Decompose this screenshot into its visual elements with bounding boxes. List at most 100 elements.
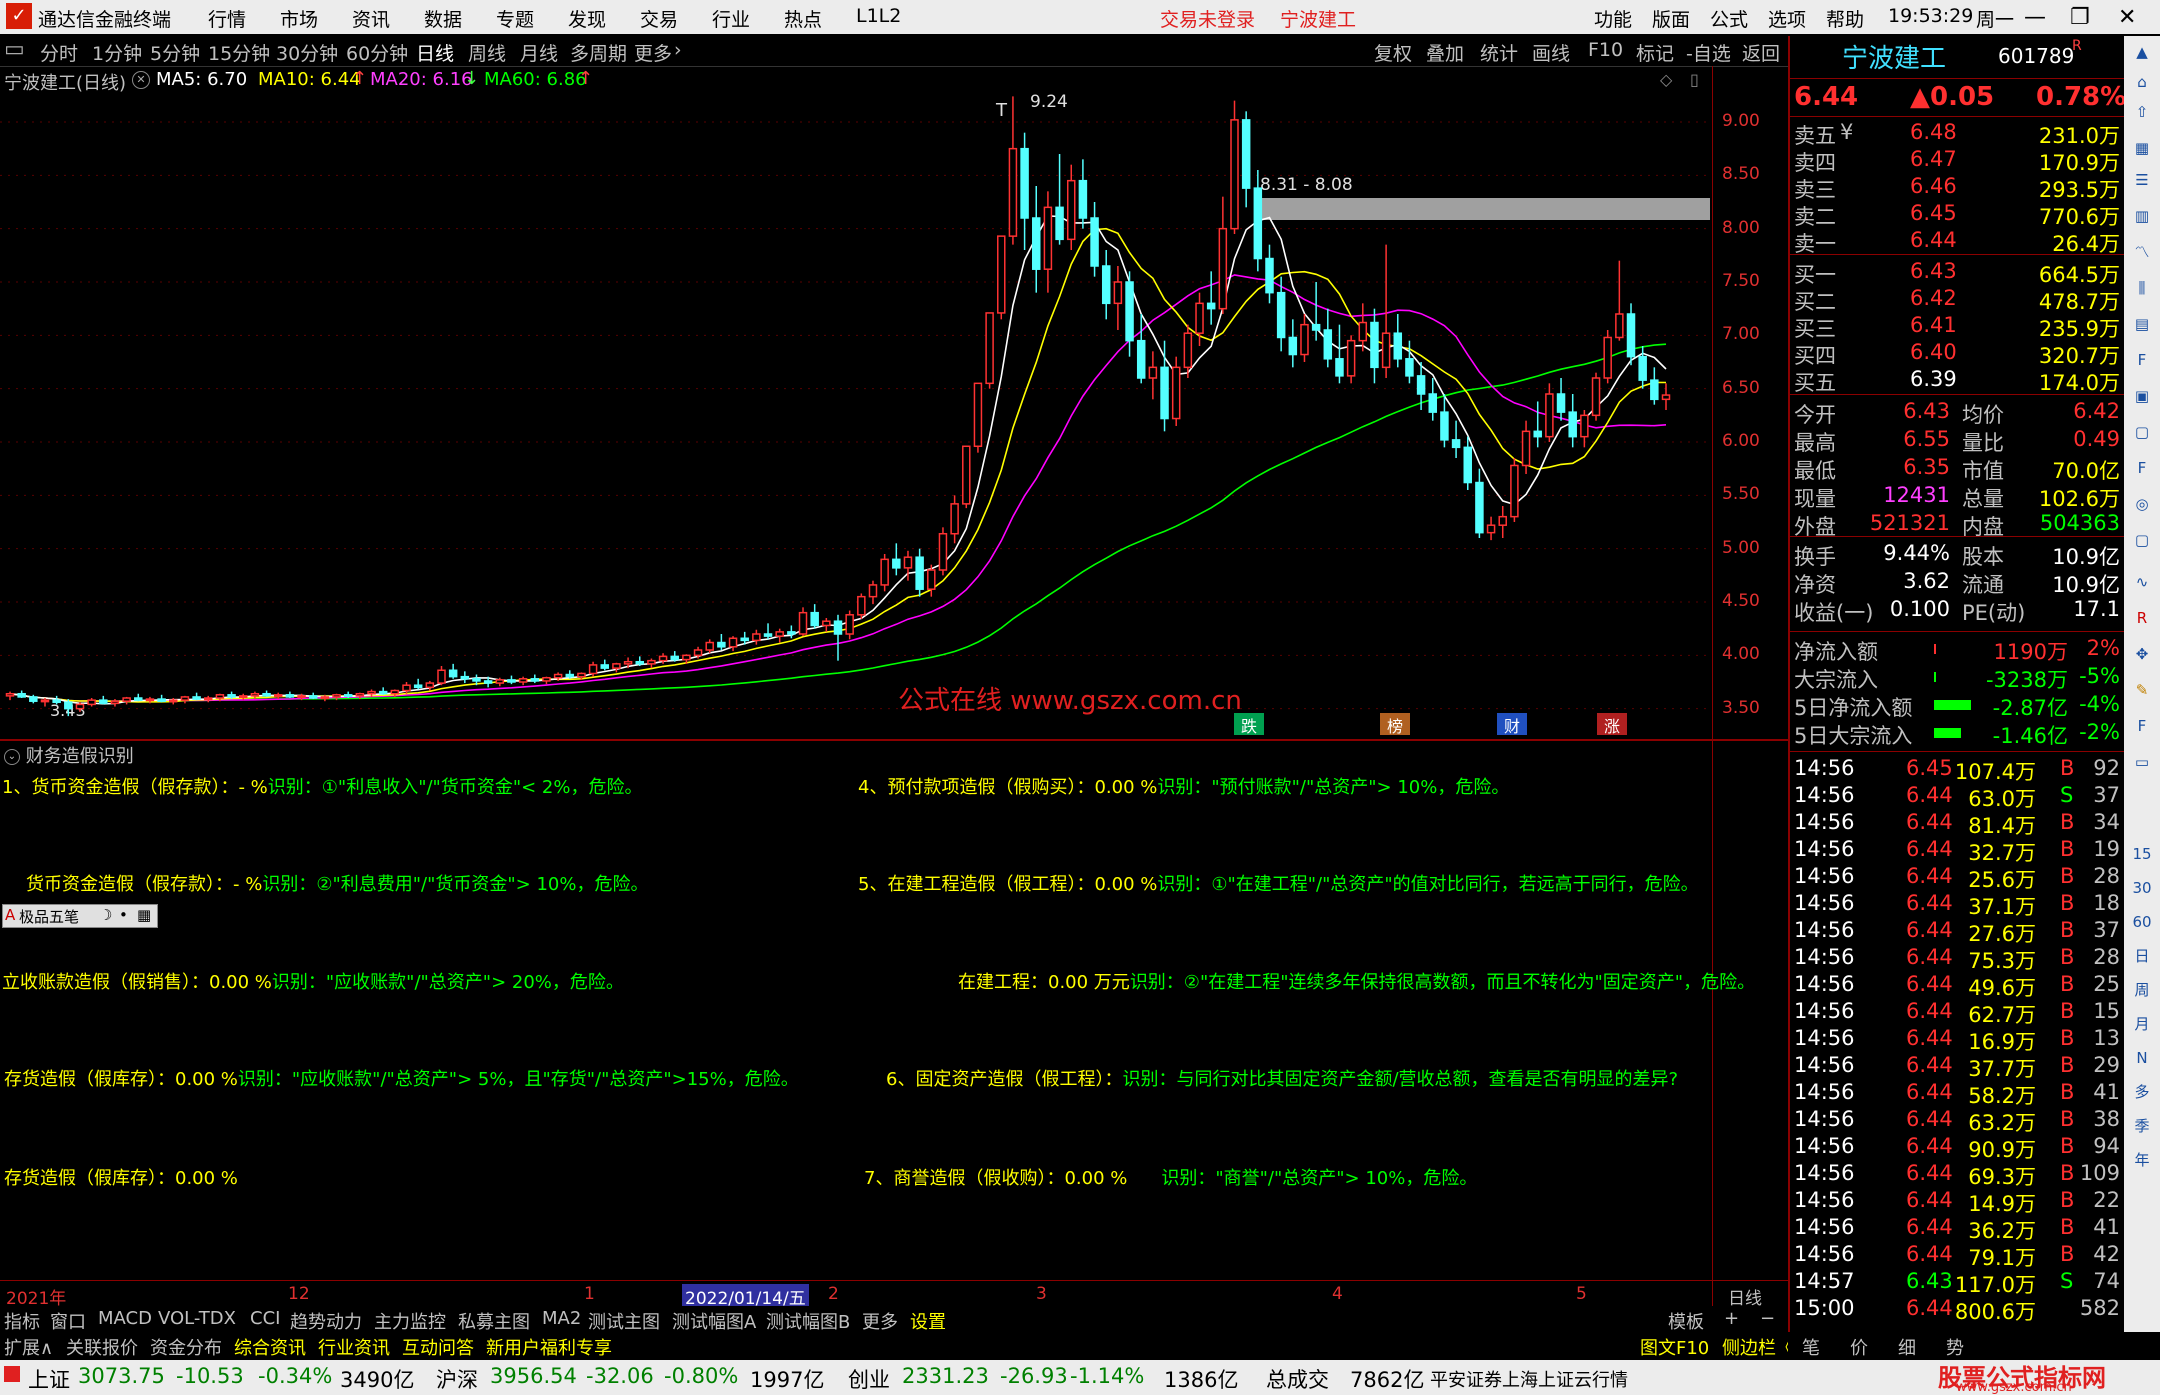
candle-body[interactable] (1113, 281, 1123, 305)
trade-login-status[interactable]: 交易未登录 (1160, 5, 1255, 32)
tick-row[interactable]: 14:57 6.43 117.0万 S 74 (1794, 1269, 2122, 1297)
fund-row[interactable]: 净资 3.62 流通 10.9亿 (1794, 569, 2122, 597)
period-button[interactable]: 60 (2130, 910, 2154, 934)
tick-row[interactable]: 14:56 6.44 63.2万 B 38 (1794, 1107, 2122, 1135)
tab-multi-period[interactable]: 多周期 (570, 39, 627, 66)
tool-overlay[interactable]: 叠加 (1426, 39, 1464, 66)
tab-vol-tdx[interactable]: VOL-TDX (158, 1308, 236, 1329)
candle-body[interactable] (1241, 119, 1251, 189)
candle-body[interactable] (192, 696, 201, 700)
candle-body[interactable] (273, 694, 283, 698)
tab-related-quotes[interactable]: 关联报价 (66, 1334, 138, 1360)
menu-item-market[interactable]: 市场 (280, 5, 318, 32)
candle-body[interactable] (355, 692, 365, 697)
candle-body[interactable] (1545, 393, 1554, 438)
tool-f10[interactable]: F10 (1588, 39, 1623, 61)
box-icon[interactable]: ▢ (2130, 528, 2154, 552)
event-mark-finance[interactable]: 财 (1497, 713, 1527, 736)
candle-body[interactable] (1055, 206, 1064, 241)
candle-body[interactable] (763, 633, 773, 637)
indicator-collapse-icon[interactable]: ⌄ (4, 749, 20, 765)
tick-row[interactable]: 14:56 6.44 37.1万 B 18 (1794, 891, 2122, 919)
index-name-hs[interactable]: 沪深 (436, 1364, 478, 1394)
menu-item-options[interactable]: 选项 (1768, 5, 1806, 32)
f5-icon[interactable]: F (2130, 714, 2154, 738)
flow-row[interactable]: 5日大宗流入 -1.46亿 -2% (1794, 720, 2122, 748)
tab-test-sub-a[interactable]: 测试幅图A (672, 1308, 756, 1334)
menu-item-function[interactable]: 功能 (1594, 5, 1632, 32)
tick-row[interactable]: 14:56 6.44 63.0万 S 37 (1794, 783, 2122, 811)
period-button[interactable]: 多 (2130, 1080, 2154, 1104)
collapse-up-icon[interactable]: ▲ (2130, 40, 2154, 64)
candle-body[interactable] (1253, 187, 1263, 260)
candle-body[interactable] (1521, 430, 1531, 467)
candle-body[interactable] (1486, 524, 1496, 534)
candle-body[interactable] (833, 620, 843, 635)
menu-item-l1l2[interactable]: L1L2 (856, 5, 901, 27)
tab-comprehensive-news[interactable]: 综合资讯 (234, 1334, 306, 1360)
stat-row[interactable]: 外盘 521321 内盘 504363 (1794, 511, 2122, 539)
chevron-right-icon[interactable]: › (674, 39, 682, 61)
candle-body[interactable] (343, 694, 353, 698)
minimize-icon[interactable]: — (2024, 5, 2046, 30)
index-name-cy[interactable]: 创业 (848, 1364, 890, 1394)
candle-body[interactable] (1405, 358, 1414, 377)
candle-body[interactable] (285, 694, 295, 698)
candle-body[interactable] (64, 701, 73, 710)
pen-icon[interactable]: ✎ (2130, 678, 2154, 702)
candle-body[interactable] (1195, 302, 1204, 334)
candle-body[interactable] (1032, 217, 1041, 270)
template-button[interactable]: 模板 (1668, 1308, 1704, 1334)
flow-row[interactable]: 大宗流入 -3238万 -5% (1794, 664, 2122, 692)
tab-ticks[interactable]: 笔 (1802, 1334, 1820, 1360)
menu-item-industry[interactable]: 行业 (712, 5, 750, 32)
candle-body[interactable] (868, 584, 878, 598)
tab-detail[interactable]: 细 (1898, 1334, 1916, 1360)
candle-body[interactable] (600, 664, 610, 669)
candle-body[interactable] (1101, 265, 1111, 305)
news-icon[interactable]: ▣ (2130, 384, 2154, 408)
candle-body[interactable] (682, 654, 691, 661)
tab-15min[interactable]: 15分钟 (208, 39, 270, 66)
candle-body[interactable] (588, 664, 598, 675)
candle-body[interactable] (448, 669, 458, 678)
tab-settings[interactable]: 设置 (910, 1308, 946, 1334)
candle-body[interactable] (1311, 323, 1321, 331)
menu-item-news[interactable]: 资讯 (352, 5, 390, 32)
candle-body[interactable] (705, 641, 714, 651)
tab-macd[interactable]: MACD (98, 1308, 152, 1329)
tab-new-user-benefit[interactable]: 新用户福利专享 (486, 1334, 612, 1360)
ask-row[interactable]: 卖三 6.46 293.5万 (1794, 174, 2122, 202)
flow-row[interactable]: 5日净流入额 -2.87亿 -4% (1794, 692, 2122, 720)
candle-body[interactable] (997, 235, 1006, 314)
bid-row[interactable]: 买四 6.40 320.7万 (1794, 340, 2122, 368)
candle-body[interactable] (110, 700, 120, 705)
candle-body[interactable] (378, 690, 388, 695)
candle-body[interactable] (1125, 281, 1134, 342)
candle-body[interactable] (180, 696, 190, 701)
candle-body[interactable] (204, 697, 213, 701)
ask-row[interactable]: 卖五 ¥6.48 231.0万 (1794, 120, 2122, 148)
candle-body[interactable] (1335, 358, 1344, 377)
tab-daily[interactable]: 日线 (416, 39, 454, 66)
candle-body[interactable] (623, 660, 633, 665)
candle-body[interactable] (1463, 446, 1472, 484)
candle-body[interactable] (1078, 179, 1088, 219)
kline-chart[interactable]: 8.31 - 8.08 9.24 T 3.43 (0, 90, 1788, 738)
tab-minute[interactable]: 分时 (40, 39, 78, 66)
candle-body[interactable] (1136, 339, 1146, 379)
candle-body[interactable] (460, 675, 470, 680)
tab-30min[interactable]: 30分钟 (276, 39, 338, 66)
rsi-icon[interactable]: R (2130, 606, 2154, 630)
home-icon[interactable]: ⌂ (2130, 70, 2154, 94)
legend-settings-icon[interactable]: ✕ (132, 71, 150, 89)
candle-body[interactable] (169, 699, 178, 703)
stat-row[interactable]: 最高 6.55 量比 0.49 (1794, 427, 2122, 455)
tick-row[interactable]: 14:56 6.44 75.3万 B 28 (1794, 945, 2122, 973)
tool-stats[interactable]: 统计 (1480, 39, 1518, 66)
menu-item-formula[interactable]: 公式 (1710, 5, 1748, 32)
candle-body[interactable] (1346, 339, 1356, 377)
candle-body[interactable] (1206, 302, 1216, 310)
tool-watchlist[interactable]: -自选 (1686, 39, 1731, 66)
tick-row[interactable]: 14:56 6.45 107.4万 B 92 (1794, 756, 2122, 784)
